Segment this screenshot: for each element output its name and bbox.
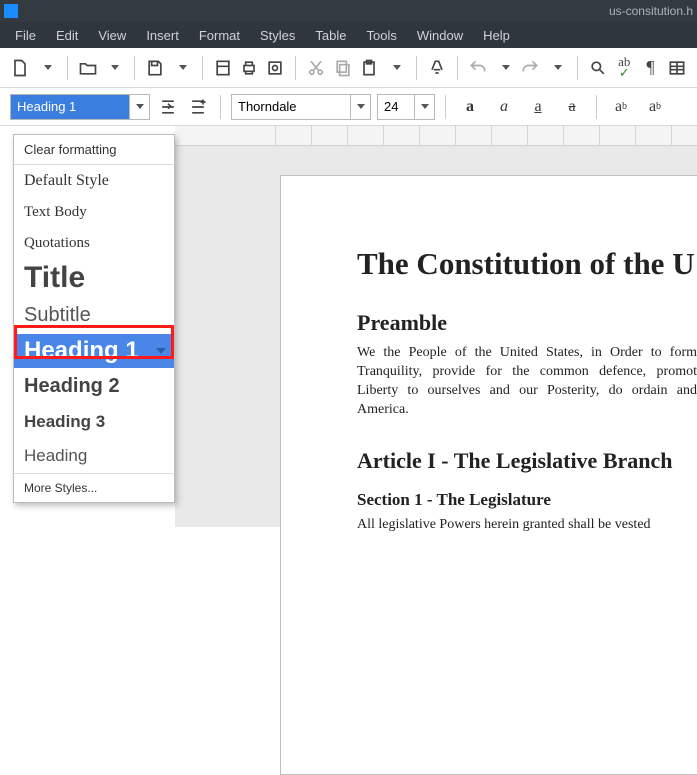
paragraph-style-dropdown: Clear formatting Default Style Text Body… bbox=[13, 134, 175, 503]
bold-button[interactable]: a bbox=[456, 95, 484, 119]
dropdown-subtitle[interactable]: Subtitle bbox=[14, 297, 174, 334]
menubar: File Edit View Insert Format Styles Tabl… bbox=[0, 22, 697, 48]
paragraph-section-1[interactable]: All legislative Powers herein granted sh… bbox=[357, 516, 697, 535]
font-size-drop-icon[interactable] bbox=[414, 95, 434, 119]
font-name-input[interactable] bbox=[232, 95, 350, 119]
strikethrough-button[interactable]: a bbox=[558, 95, 586, 119]
separator bbox=[134, 56, 135, 80]
font-size-combo[interactable] bbox=[377, 94, 435, 120]
separator bbox=[202, 56, 203, 80]
menu-format[interactable]: Format bbox=[190, 25, 249, 46]
menu-tools[interactable]: Tools bbox=[357, 25, 405, 46]
chevron-down-icon bbox=[156, 348, 166, 354]
formatting-marks-button[interactable]: ¶ bbox=[640, 56, 660, 80]
superscript-button[interactable]: ab bbox=[607, 95, 635, 119]
print-preview-button[interactable] bbox=[265, 56, 285, 80]
paragraph-preamble[interactable]: We the People of the United States, in O… bbox=[357, 344, 697, 420]
standard-toolbar: ab✓ ¶ bbox=[0, 48, 697, 88]
menu-styles[interactable]: Styles bbox=[251, 25, 304, 46]
heading-section-1[interactable]: Section 1 - The Legislature bbox=[357, 490, 697, 510]
font-size-input[interactable] bbox=[378, 95, 414, 119]
separator bbox=[457, 56, 458, 80]
paragraph-style-combo[interactable] bbox=[10, 94, 150, 120]
redo-dropdown[interactable] bbox=[547, 56, 567, 80]
paste-dropdown[interactable] bbox=[385, 56, 405, 80]
dropdown-text-body[interactable]: Text Body bbox=[14, 197, 174, 228]
document-page[interactable]: The Constitution of the U Preamble We th… bbox=[280, 175, 697, 775]
dropdown-heading[interactable]: Heading bbox=[14, 439, 174, 473]
menu-insert[interactable]: Insert bbox=[137, 25, 188, 46]
paragraph-style-input[interactable] bbox=[11, 95, 129, 119]
separator bbox=[220, 95, 221, 119]
cut-button[interactable] bbox=[306, 56, 326, 80]
doc-title[interactable]: The Constitution of the U bbox=[357, 246, 697, 282]
dropdown-heading-2[interactable]: Heading 2 bbox=[14, 368, 174, 405]
undo-button[interactable] bbox=[468, 56, 488, 80]
separator bbox=[67, 56, 68, 80]
italic-button[interactable]: a bbox=[490, 95, 518, 119]
new-document-button[interactable] bbox=[10, 56, 30, 80]
paragraph-style-drop-icon[interactable] bbox=[129, 95, 149, 119]
copy-button[interactable] bbox=[333, 56, 353, 80]
menu-table[interactable]: Table bbox=[306, 25, 355, 46]
save-button[interactable] bbox=[145, 56, 165, 80]
dropdown-default-style[interactable]: Default Style bbox=[14, 165, 174, 197]
horizontal-ruler[interactable] bbox=[175, 126, 697, 146]
document-filename: us-consitution.h bbox=[609, 4, 693, 18]
subscript-button[interactable]: ab bbox=[641, 95, 669, 119]
dropdown-heading-1[interactable]: Heading 1 bbox=[14, 334, 174, 368]
font-name-combo[interactable] bbox=[231, 94, 371, 120]
underline-button[interactable]: a bbox=[524, 95, 552, 119]
insert-table-button[interactable] bbox=[667, 56, 687, 80]
menu-help[interactable]: Help bbox=[474, 25, 519, 46]
save-dropdown[interactable] bbox=[171, 56, 191, 80]
print-button[interactable] bbox=[239, 56, 259, 80]
separator bbox=[295, 56, 296, 80]
heading-article-1[interactable]: Article I - The Legislative Branch bbox=[357, 448, 697, 474]
app-icon bbox=[4, 4, 18, 18]
undo-dropdown[interactable] bbox=[494, 56, 514, 80]
heading-preamble[interactable]: Preamble bbox=[357, 310, 697, 336]
separator bbox=[596, 95, 597, 119]
separator bbox=[577, 56, 578, 80]
dropdown-quotations[interactable]: Quotations bbox=[14, 228, 174, 259]
dropdown-clear-formatting[interactable]: Clear formatting bbox=[14, 135, 174, 164]
menu-window[interactable]: Window bbox=[408, 25, 472, 46]
redo-button[interactable] bbox=[520, 56, 540, 80]
font-name-drop-icon[interactable] bbox=[350, 95, 370, 119]
export-pdf-button[interactable] bbox=[213, 56, 233, 80]
menu-view[interactable]: View bbox=[89, 25, 135, 46]
open-dropdown[interactable] bbox=[104, 56, 124, 80]
paste-button[interactable] bbox=[359, 56, 379, 80]
spellcheck-button[interactable]: ab✓ bbox=[614, 56, 634, 80]
update-style-button[interactable] bbox=[156, 95, 180, 119]
new-document-dropdown[interactable] bbox=[36, 56, 56, 80]
separator bbox=[416, 56, 417, 80]
dropdown-title[interactable]: Title bbox=[14, 259, 174, 297]
separator bbox=[445, 95, 446, 119]
titlebar: us-consitution.h bbox=[0, 0, 697, 22]
dropdown-more-styles[interactable]: More Styles... bbox=[14, 474, 174, 502]
menu-file[interactable]: File bbox=[6, 25, 45, 46]
new-style-button[interactable] bbox=[186, 95, 210, 119]
formatting-toolbar: a a a a ab ab bbox=[0, 88, 697, 126]
find-replace-button[interactable] bbox=[588, 56, 608, 80]
menu-edit[interactable]: Edit bbox=[47, 25, 87, 46]
open-button[interactable] bbox=[78, 56, 98, 80]
dropdown-heading-3[interactable]: Heading 3 bbox=[14, 405, 174, 439]
clone-formatting-button[interactable] bbox=[426, 56, 446, 80]
dropdown-heading-1-label: Heading 1 bbox=[24, 337, 139, 364]
